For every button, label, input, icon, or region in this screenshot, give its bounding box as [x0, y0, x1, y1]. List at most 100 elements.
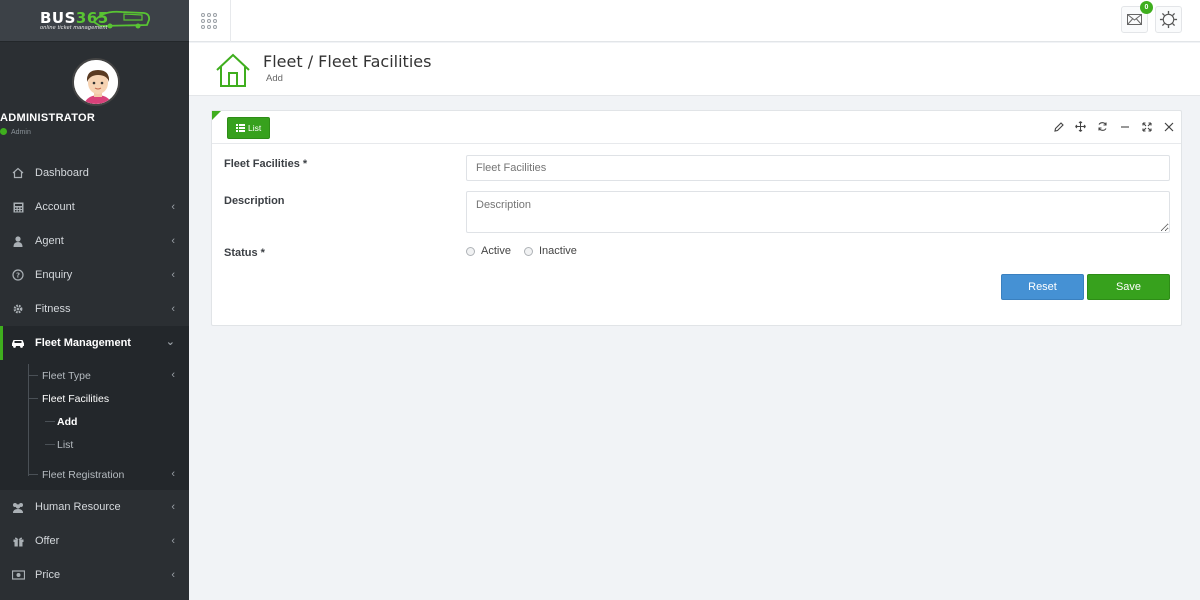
expand-icon[interactable]: [1140, 120, 1153, 133]
status-radio-group: Active Inactive: [466, 245, 590, 257]
description-textarea[interactable]: [466, 191, 1170, 233]
apps-grid-icon[interactable]: [199, 11, 219, 31]
chevron-left-icon: ‹: [171, 303, 175, 315]
page-title: Fleet / Fleet Facilities: [263, 52, 432, 71]
sidebar-item-label: Enquiry: [35, 269, 73, 281]
sidebar-subitem-label: List: [57, 438, 74, 451]
svg-text:?: ?: [16, 272, 20, 280]
messages-button[interactable]: 0: [1121, 1, 1153, 33]
sidebar-subitem-label: Add: [57, 415, 78, 428]
gear-icon: [1159, 10, 1178, 29]
chevron-left-icon: ‹: [171, 235, 175, 247]
sidebar-item-offer[interactable]: Offer ‹: [0, 524, 189, 558]
description-row: Description: [224, 193, 285, 207]
envelope-icon: [1127, 14, 1142, 25]
sidebar-nav: Dashboard Account ‹ Agent ‹ ? Enquiry ‹ …: [0, 156, 189, 592]
chevron-left-icon: ‹: [171, 201, 175, 213]
avatar[interactable]: [72, 58, 120, 106]
user-role-label: Admin: [11, 129, 31, 136]
user-role: Admin: [0, 128, 189, 136]
sidebar-subitem-label: Fleet Facilities: [42, 392, 110, 405]
chevron-left-icon: ‹: [171, 569, 175, 581]
chevron-left-icon: ‹: [171, 501, 175, 513]
status-active-option[interactable]: Active: [466, 245, 511, 257]
sidebar-item-label: Price: [35, 569, 61, 581]
panel-header: List: [212, 111, 1181, 144]
home-icon: [11, 166, 25, 180]
chevron-left-icon: ‹: [171, 269, 175, 281]
avatar-image: [74, 60, 118, 104]
sidebar-subitem-label: Fleet Registration: [42, 468, 125, 481]
sidebar-subitem-add[interactable]: Add: [0, 410, 189, 433]
sidebar-item-price[interactable]: Price ‹: [0, 558, 189, 592]
gift-icon: [11, 534, 25, 548]
sidebar-item-label: Account: [35, 201, 75, 213]
list-button-label: List: [248, 123, 262, 133]
sidebar-subitem-fleet-facilities[interactable]: Fleet Facilities: [0, 387, 189, 410]
list-icon: [236, 124, 245, 132]
refresh-icon[interactable]: [1096, 120, 1109, 133]
logo-tagline: online ticket management: [40, 25, 108, 31]
status-active-radio[interactable]: [466, 246, 475, 256]
topbar-divider: [230, 0, 231, 42]
chevron-down-icon: ⌄: [165, 336, 175, 348]
description-label: Description: [224, 195, 285, 207]
sidebar: BUS365 online ticket management ADMINIST…: [0, 0, 189, 600]
facilities-label: Fleet Facilities *: [224, 158, 308, 170]
sidebar-item-label: Fitness: [35, 303, 71, 315]
status-inactive-radio[interactable]: [523, 246, 533, 256]
question-icon: ?: [11, 268, 25, 282]
settings-button[interactable]: [1155, 6, 1182, 33]
online-status-dot: [0, 128, 7, 135]
page-subtitle: Add: [266, 73, 283, 84]
gear-icon: [11, 302, 25, 316]
sidebar-item-dashboard[interactable]: Dashboard: [0, 156, 189, 190]
car-icon: [11, 336, 25, 350]
top-bar: 0: [189, 0, 1200, 42]
users-icon: [11, 500, 25, 514]
move-icon[interactable]: [1074, 120, 1087, 133]
user-name: ADMINISTRATOR: [0, 112, 96, 124]
minimize-icon[interactable]: [1118, 120, 1131, 133]
status-active-label: Active: [481, 245, 511, 257]
panel-tools: [1052, 120, 1175, 133]
status-inactive-option[interactable]: Inactive: [523, 245, 577, 257]
sidebar-item-enquiry[interactable]: ? Enquiry ‹: [0, 258, 189, 292]
sidebar-item-fleet-management[interactable]: Fleet Management ⌄: [0, 326, 189, 360]
page-header: Fleet / Fleet Facilities Add: [189, 43, 1200, 96]
reset-button[interactable]: Reset: [1001, 274, 1084, 300]
list-button[interactable]: List: [227, 117, 271, 139]
calculator-icon: [11, 200, 25, 214]
user-icon: [11, 234, 25, 248]
money-icon: [11, 568, 25, 582]
sidebar-subitem-label: Fleet Type: [42, 369, 91, 382]
facilities-input[interactable]: [466, 155, 1170, 181]
reset-button-label: Reset: [1028, 281, 1057, 293]
status-row: Status *: [224, 245, 265, 259]
sidebar-item-label: Fleet Management: [35, 337, 131, 349]
sidebar-item-fitness[interactable]: Fitness ‹: [0, 292, 189, 326]
sidebar-item-agent[interactable]: Agent ‹: [0, 224, 189, 258]
status-label: Status *: [224, 247, 265, 259]
sidebar-item-label: Offer: [35, 535, 60, 547]
sidebar-item-label: Human Resource: [35, 501, 121, 513]
facilities-row: Fleet Facilities *: [224, 156, 307, 170]
chevron-left-icon: ‹: [171, 369, 175, 381]
sidebar-item-label: Agent: [35, 235, 64, 247]
logo[interactable]: BUS365 online ticket management: [0, 0, 189, 42]
sidebar-subitem-list[interactable]: List: [0, 433, 189, 456]
status-inactive-label: Inactive: [538, 245, 577, 257]
chevron-left-icon: ‹: [171, 468, 175, 480]
sidebar-subitem-fleet-type[interactable]: Fleet Type ‹: [0, 364, 189, 387]
edit-icon[interactable]: [1052, 120, 1065, 133]
save-button[interactable]: Save: [1087, 274, 1170, 300]
messages-count-badge: 0: [1140, 1, 1153, 14]
fleet-submenu: Fleet Type ‹ Fleet Facilities Add List F…: [0, 360, 189, 490]
panel-corner-marker: [212, 111, 221, 120]
sidebar-subitem-fleet-registration[interactable]: Fleet Registration ‹: [0, 463, 189, 486]
home-icon: [216, 53, 250, 87]
sidebar-item-account[interactable]: Account ‹: [0, 190, 189, 224]
sidebar-item-human-resource[interactable]: Human Resource ‹: [0, 490, 189, 524]
close-icon[interactable]: [1162, 120, 1175, 133]
chevron-left-icon: ‹: [171, 535, 175, 547]
